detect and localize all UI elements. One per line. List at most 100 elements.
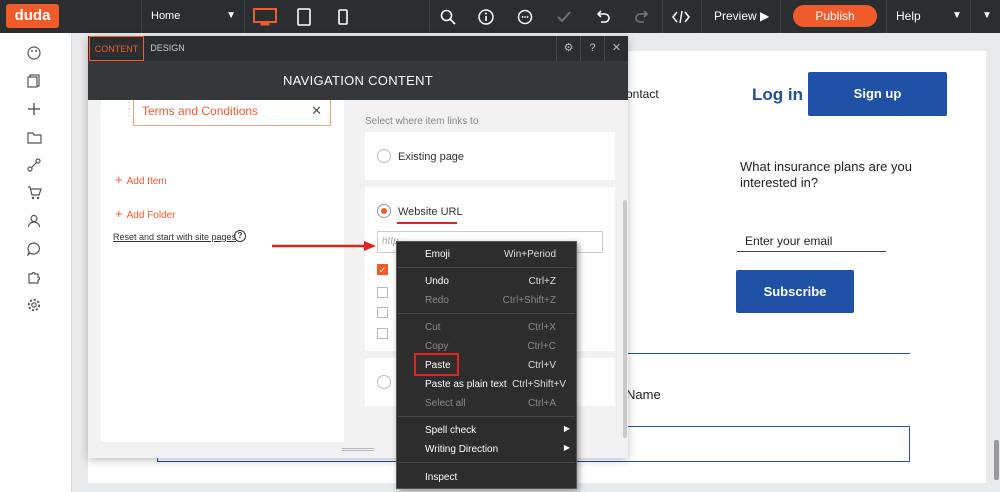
- link-type-label: Select where item links to: [365, 116, 479, 127]
- page-selector-label: Home: [151, 10, 181, 22]
- site-email-input[interactable]: Enter your email: [737, 229, 886, 252]
- menu-separator: [398, 267, 575, 268]
- menu-label: Undo: [425, 276, 449, 287]
- menu-shortcut: Ctrl+Z: [528, 276, 557, 287]
- site-name-label: Name: [626, 387, 661, 402]
- page-selector[interactable]: Home ▼: [141, 0, 245, 33]
- site-nav-contact[interactable]: ontact: [626, 87, 659, 101]
- palette-icon[interactable]: [26, 45, 42, 61]
- site-subscribe-button[interactable]: Subscribe: [736, 270, 854, 313]
- chevron-down-icon[interactable]: ▼: [952, 10, 962, 21]
- left-sidebar: [0, 33, 72, 492]
- panel-title: NAVIGATION CONTENT: [88, 61, 628, 100]
- menu-label: Spell check: [425, 425, 477, 436]
- option-checkbox[interactable]: [377, 328, 388, 339]
- menu-shortcut: Ctrl+Shift+Z: [502, 295, 556, 306]
- menu-label: Select all: [425, 398, 466, 409]
- search-icon[interactable]: [429, 0, 467, 33]
- nav-items-column: ⋮ ⋮ Terms and Conditions ✕ + Add Item + Add…: [101, 100, 344, 442]
- play-icon: ▶: [760, 9, 770, 23]
- reset-link[interactable]: Reset and start with site pages: [113, 232, 236, 242]
- chevron-right-icon: ▶: [563, 424, 570, 433]
- close-icon[interactable]: ✕: [311, 100, 322, 122]
- menu-separator: [398, 416, 575, 417]
- preview-label: Preview: [714, 9, 757, 23]
- website-url-label: Website URL: [398, 206, 463, 218]
- gear-icon[interactable]: ⚙: [556, 36, 580, 61]
- canvas-scroll-thumb[interactable]: [994, 440, 999, 480]
- site-question-text: What insurance plans are you interested …: [740, 159, 912, 190]
- menu-shortcut: Win+Period: [504, 249, 556, 260]
- duda-logo[interactable]: duda: [6, 4, 59, 28]
- menu-item-redo[interactable]: Redo Ctrl+Shift+Z: [397, 291, 576, 310]
- menu-item-writing-direction[interactable]: Writing Direction ▶: [397, 440, 576, 459]
- chevron-down-icon[interactable]: ▼: [982, 10, 992, 21]
- menu-label: Paste as plain text: [425, 379, 507, 390]
- tab-design[interactable]: DESIGN: [145, 36, 190, 61]
- code-icon[interactable]: [662, 0, 700, 33]
- undo-icon[interactable]: [584, 0, 622, 33]
- connections-icon[interactable]: [26, 157, 42, 173]
- chevron-right-icon: ▶: [563, 443, 570, 452]
- menu-item-inspect[interactable]: Inspect: [397, 468, 576, 487]
- menu-shortcut: Ctrl+V: [527, 360, 556, 371]
- add-icon[interactable]: [26, 101, 42, 117]
- folder-icon[interactable]: [26, 129, 42, 145]
- nav-item-label: Terms and Conditions: [142, 104, 259, 118]
- divider: [970, 0, 971, 33]
- site-signup-button[interactable]: Sign up: [808, 72, 947, 116]
- tab-content[interactable]: CONTENT: [89, 36, 144, 61]
- menu-separator: [398, 462, 575, 463]
- highlight-underline: [397, 222, 457, 224]
- menu-shortcut: Ctrl+Shift+V: [512, 379, 566, 390]
- site-login-link[interactable]: Log in: [752, 85, 803, 105]
- redo-icon[interactable]: [623, 0, 661, 33]
- desktop-view-icon[interactable]: [246, 0, 284, 33]
- add-folder-link[interactable]: + Add Folder: [115, 206, 176, 221]
- menu-label: Inspect: [425, 472, 458, 483]
- menu-item-paste-plain[interactable]: Paste as plain text Ctrl+Shift+V: [397, 375, 576, 394]
- help-button[interactable]: Help: [896, 9, 921, 23]
- panel-scrollbar[interactable]: [623, 200, 627, 438]
- menu-item-cut[interactable]: Cut Ctrl+X: [397, 318, 576, 337]
- option-checkbox[interactable]: ✓: [377, 264, 388, 275]
- mobile-view-icon[interactable]: [324, 0, 362, 33]
- cart-icon[interactable]: [26, 185, 42, 201]
- drag-handle-icon[interactable]: ⋮ ⋮: [124, 102, 134, 122]
- menu-item-emoji[interactable]: Emoji Win+Period: [397, 245, 576, 264]
- puzzle-icon[interactable]: [26, 269, 42, 285]
- menu-item-spell-check[interactable]: Spell check ▶: [397, 421, 576, 440]
- website-url-radio[interactable]: [377, 204, 391, 218]
- preview-button[interactable]: Preview ▶: [714, 9, 769, 23]
- existing-page-option[interactable]: Existing page: [365, 132, 615, 180]
- option-checkbox[interactable]: [377, 307, 388, 318]
- comment-icon[interactable]: [506, 0, 544, 33]
- gear-icon[interactable]: [26, 297, 42, 313]
- menu-shortcut: Ctrl+A: [527, 398, 556, 409]
- divider: [701, 0, 702, 33]
- resize-handle[interactable]: [342, 448, 374, 451]
- menu-item-undo[interactable]: Undo Ctrl+Z: [397, 272, 576, 291]
- menu-separator: [398, 313, 575, 314]
- help-icon[interactable]: ?: [580, 36, 604, 61]
- add-item-link[interactable]: + Add Item: [115, 172, 167, 187]
- close-icon[interactable]: ✕: [604, 36, 628, 61]
- option-radio[interactable]: [377, 375, 391, 389]
- menu-item-select-all[interactable]: Select all Ctrl+A: [397, 394, 576, 413]
- existing-page-radio[interactable]: [377, 149, 391, 163]
- pages-icon[interactable]: [26, 73, 42, 89]
- chat-icon[interactable]: [26, 241, 42, 257]
- checkmark-icon[interactable]: [545, 0, 583, 33]
- nav-item-terms[interactable]: Terms and Conditions ✕: [133, 100, 331, 126]
- info-icon[interactable]: [467, 0, 505, 33]
- chevron-down-icon: ▼: [226, 10, 236, 21]
- user-icon[interactable]: [26, 213, 42, 229]
- publish-button[interactable]: Publish: [793, 5, 877, 27]
- plus-icon: +: [115, 172, 123, 187]
- divider: [886, 0, 887, 33]
- tablet-view-icon[interactable]: [285, 0, 323, 33]
- option-checkbox[interactable]: [377, 287, 388, 298]
- question-icon[interactable]: ?: [234, 230, 246, 242]
- canvas-scrollbar[interactable]: [992, 33, 1000, 492]
- existing-page-label: Existing page: [398, 151, 465, 163]
